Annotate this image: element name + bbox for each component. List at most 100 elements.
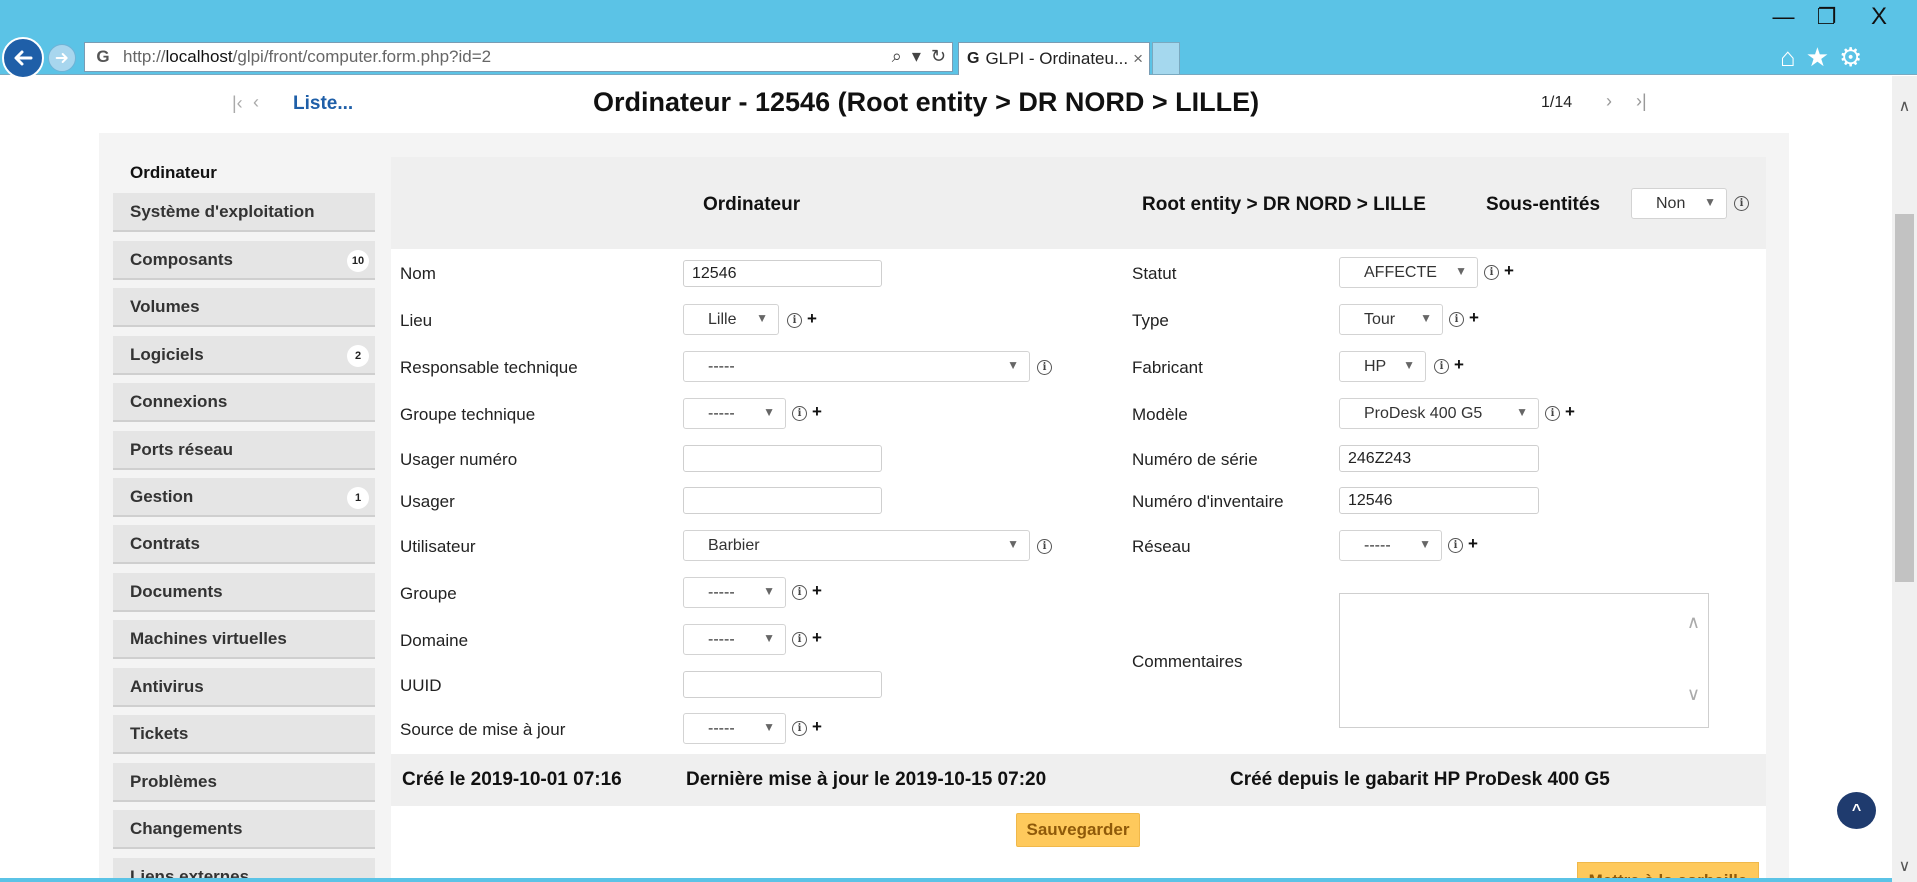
info-icon[interactable]: i — [1037, 539, 1052, 554]
responsable-technique-select[interactable]: ----- ▼ — [683, 351, 1030, 382]
list-link[interactable]: Liste... — [293, 93, 353, 115]
sidebar-item-logiciels[interactable]: Logiciels 2 — [113, 336, 375, 375]
refresh-icon[interactable]: ↻ — [931, 46, 946, 67]
address-bar[interactable]: G http://localhost/glpi/front/computer.f… — [84, 42, 953, 72]
last-page-icon[interactable]: ›| — [1636, 91, 1647, 112]
previous-page-icon[interactable]: ‹ — [253, 92, 259, 113]
vertical-scrollbar[interactable]: ∧ ∨ — [1892, 76, 1917, 882]
add-icon[interactable]: + — [812, 581, 822, 601]
groupe-select[interactable]: ----- ▼ — [683, 577, 786, 608]
info-icon[interactable]: i — [1448, 538, 1463, 553]
add-icon[interactable]: + — [807, 309, 817, 329]
settings-gear-icon[interactable]: ⚙ — [1839, 42, 1862, 73]
info-icon[interactable]: i — [1434, 359, 1449, 374]
scrollbar-thumb[interactable] — [1895, 214, 1914, 582]
sidebar-item-ports-reseau[interactable]: Ports réseau — [113, 431, 375, 470]
nom-field[interactable]: 12546 — [683, 260, 882, 287]
next-page-icon[interactable]: › — [1606, 91, 1612, 112]
close-tab-icon[interactable]: × — [1133, 49, 1143, 69]
sidebar-item-changements[interactable]: Changements — [113, 810, 375, 849]
info-icon[interactable]: i — [787, 313, 802, 328]
info-icon[interactable]: i — [1545, 406, 1560, 421]
home-icon[interactable]: ⌂ — [1780, 42, 1796, 73]
add-icon[interactable]: + — [1565, 402, 1575, 422]
scroll-up-icon[interactable]: ∧ — [1687, 612, 1700, 633]
page-title: Ordinateur - 12546 (Root entity > DR NOR… — [593, 87, 1260, 117]
statut-label: Statut — [1132, 264, 1177, 283]
new-tab-button[interactable] — [1152, 42, 1180, 75]
numero-inventaire-field[interactable]: 12546 — [1339, 487, 1539, 514]
sidebar-item-documents[interactable]: Documents — [113, 573, 375, 612]
usager-numero-field[interactable] — [683, 445, 882, 472]
chevron-down-icon: ▼ — [1455, 264, 1467, 278]
chevron-down-icon: ▼ — [1420, 311, 1432, 325]
sidebar-item-problemes[interactable]: Problèmes — [113, 763, 375, 802]
add-icon[interactable]: + — [1504, 261, 1514, 281]
minimize-button[interactable]: — — [1762, 0, 1805, 33]
utilisateur-select[interactable]: Barbier ▼ — [683, 530, 1030, 561]
add-icon[interactable]: + — [1454, 355, 1464, 375]
sidebar-item-ordinateur[interactable]: Ordinateur — [113, 153, 375, 192]
tab-glpi[interactable]: G GLPI - Ordinateu... × — [958, 42, 1150, 75]
info-icon[interactable]: i — [792, 632, 807, 647]
add-icon[interactable]: + — [1469, 308, 1479, 328]
info-icon[interactable]: i — [792, 721, 807, 736]
search-icon[interactable]: ⌕ — [892, 46, 902, 67]
sidebar-item-volumes[interactable]: Volumes — [113, 288, 375, 327]
form-heading: Ordinateur — [703, 194, 801, 215]
add-icon[interactable]: + — [812, 402, 822, 422]
type-select[interactable]: Tour ▼ — [1339, 304, 1443, 335]
sidebar-item-machines-virtuelles[interactable]: Machines virtuelles — [113, 620, 375, 659]
sidebar-item-gestion[interactable]: Gestion 1 — [113, 478, 375, 517]
favorites-star-icon[interactable]: ★ — [1806, 42, 1829, 73]
usager-field[interactable] — [683, 487, 882, 514]
info-icon[interactable]: i — [1037, 360, 1052, 375]
pager-count: 1/14 — [1541, 94, 1573, 111]
fabricant-select[interactable]: HP ▼ — [1339, 351, 1426, 382]
save-button[interactable]: Sauvegarder — [1016, 813, 1140, 847]
info-icon[interactable]: i — [792, 406, 807, 421]
info-icon[interactable]: i — [792, 585, 807, 600]
add-icon[interactable]: + — [1468, 534, 1478, 554]
scroll-up-icon[interactable]: ∧ — [1892, 96, 1917, 116]
add-icon[interactable]: + — [812, 717, 822, 737]
domaine-select[interactable]: ----- ▼ — [683, 624, 786, 655]
dropdown-arrow-icon[interactable]: ▾ — [912, 46, 921, 67]
subentities-select[interactable]: Non ▼ — [1631, 188, 1727, 219]
usager-numero-label: Usager numéro — [400, 450, 518, 469]
count-badge: 2 — [347, 345, 369, 367]
modele-select[interactable]: ProDesk 400 G5 ▼ — [1339, 398, 1539, 429]
info-icon[interactable]: i — [1484, 265, 1499, 280]
scroll-down-icon[interactable]: ∨ — [1892, 856, 1917, 876]
commentaires-textarea[interactable]: ∧ ∨ — [1339, 593, 1709, 728]
template-info: Créé depuis le gabarit HP ProDesk 400 G5 — [1230, 769, 1610, 790]
groupe-technique-select[interactable]: ----- ▼ — [683, 398, 786, 429]
info-icon[interactable]: i — [1734, 196, 1749, 211]
reseau-select[interactable]: ----- ▼ — [1339, 530, 1442, 561]
lieu-select[interactable]: Lille ▼ — [683, 304, 779, 335]
forward-icon[interactable] — [48, 44, 76, 72]
sidebar-item-antivirus[interactable]: Antivirus — [113, 668, 375, 707]
sidebar-item-systeme-exploitation[interactable]: Système d'exploitation — [113, 193, 375, 232]
lieu-label: Lieu — [400, 311, 433, 330]
first-page-icon[interactable]: |‹ — [232, 93, 243, 114]
statut-select[interactable]: AFFECTE ▼ — [1339, 257, 1478, 288]
sidebar-item-composants[interactable]: Composants 10 — [113, 241, 375, 280]
maximize-button[interactable]: ❐ — [1805, 0, 1848, 33]
close-window-button[interactable]: X — [1848, 0, 1910, 33]
scroll-down-icon[interactable]: ∨ — [1687, 684, 1700, 705]
sidebar-item-tickets[interactable]: Tickets — [113, 715, 375, 754]
info-icon[interactable]: i — [1449, 312, 1464, 327]
groupe-label: Groupe — [400, 584, 457, 603]
source-mise-a-jour-select[interactable]: ----- ▼ — [683, 713, 786, 744]
back-icon[interactable] — [2, 37, 44, 79]
numero-serie-field[interactable]: 246Z243 — [1339, 445, 1539, 472]
url-text[interactable]: http://localhost/glpi/front/computer.for… — [123, 47, 491, 67]
scroll-to-top-button[interactable]: ^ — [1837, 792, 1876, 829]
sidebar-item-connexions[interactable]: Connexions — [113, 383, 375, 422]
sidebar-item-contrats[interactable]: Contrats — [113, 525, 375, 564]
uuid-field[interactable] — [683, 671, 882, 698]
uuid-label: UUID — [400, 676, 442, 695]
created-date: Créé le 2019-10-01 07:16 — [402, 769, 622, 790]
add-icon[interactable]: + — [812, 628, 822, 648]
